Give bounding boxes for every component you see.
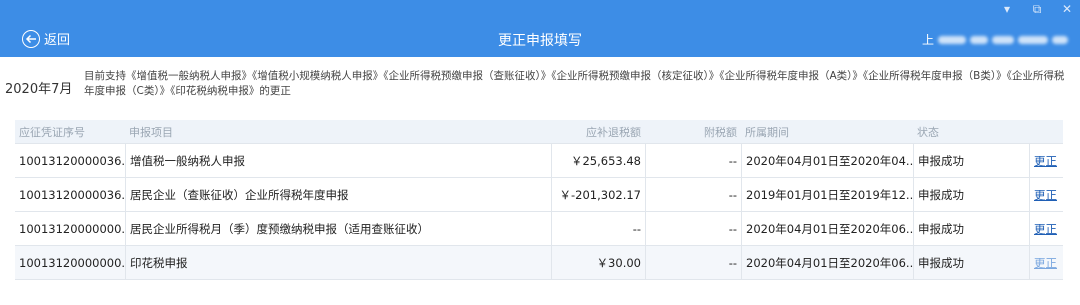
cell-status: 申报成功 <box>913 178 1029 211</box>
redacted-text <box>992 35 1015 44</box>
cell-item: 增值税一般纳税人申报 <box>125 144 551 177</box>
col-header-amount: 应补退税额 <box>586 125 641 139</box>
cell-seq: 10013120000000... <box>19 221 125 236</box>
restore-icon[interactable]: ⧉ <box>1030 2 1044 16</box>
col-header-item: 申报项目 <box>129 125 173 139</box>
cell-amount: ￥25,653.48 <box>551 144 645 177</box>
cell-period: 2020年04月01日至2020年06... <box>741 212 913 245</box>
cell-seq: 10013120000036... <box>19 187 125 202</box>
cell-surtax: -- <box>645 212 741 245</box>
tax-period: 2020年7月 <box>5 82 73 97</box>
cell-status: 申报成功 <box>913 212 1029 245</box>
cell-amount: ￥30.00 <box>551 246 645 279</box>
col-header-surtax: 附税额 <box>704 125 737 139</box>
cell-surtax: -- <box>645 178 741 211</box>
redacted-text <box>1052 35 1069 44</box>
user-name: 上 <box>922 33 935 47</box>
app-header: ▾ ⧉ ✕ 返回 更正申报填写 上 <box>0 0 1080 57</box>
table-header: 应征凭证序号 申报项目 应补退税额 附税额 所属期间 状态 <box>15 120 1063 144</box>
table-row: 10013120000000... 印花税申报 ￥30.00 -- 2020年0… <box>15 246 1063 280</box>
cell-amount: ￥-201,302.17 <box>551 178 645 211</box>
cell-status: 申报成功 <box>913 144 1029 177</box>
col-header-seq: 应征凭证序号 <box>19 125 85 139</box>
correct-link[interactable]: 更正 <box>1034 153 1057 169</box>
page-title: 更正申报填写 <box>498 33 582 49</box>
table-row: 10013120000000... 居民企业所得税月（季）度预缴纳税申报（适用查… <box>15 212 1063 246</box>
cell-amount: -- <box>551 212 645 245</box>
window-controls: ▾ ⧉ ✕ <box>1000 2 1074 16</box>
cell-item: 印花税申报 <box>125 246 551 279</box>
cell-period: 2020年04月01日至2020年04... <box>741 144 913 177</box>
cell-seq: 10013120000000... <box>19 255 125 270</box>
cell-surtax: -- <box>645 246 741 279</box>
redacted-text <box>970 35 989 44</box>
cell-seq: 10013120000036... <box>19 153 125 168</box>
table-row: 10013120000036... 居民企业（查账征收）企业所得税年度申报 ￥-… <box>15 178 1063 212</box>
table-row: 10013120000036... 增值税一般纳税人申报 ￥25,653.48 … <box>15 144 1063 178</box>
correct-link[interactable]: 更正 <box>1034 221 1057 237</box>
user-info[interactable]: 上 <box>922 31 1069 48</box>
minimize-icon[interactable]: ▾ <box>1000 2 1014 16</box>
close-icon[interactable]: ✕ <box>1060 2 1074 16</box>
cell-period: 2020年04月01日至2020年06... <box>741 246 913 279</box>
support-notice: 目前支持《增值税一般纳税人申报》《增值税小规模纳税人申报》《企业所得税预缴申报（… <box>84 70 1065 97</box>
cell-item: 居民企业所得税月（季）度预缴纳税申报（适用查账征收） <box>125 212 551 245</box>
cell-item: 居民企业（查账征收）企业所得税年度申报 <box>125 178 551 211</box>
correct-link[interactable]: 更正 <box>1034 255 1057 271</box>
cell-period: 2019年01月01日至2019年12... <box>741 178 913 211</box>
col-header-action <box>1029 120 1063 143</box>
cell-surtax: -- <box>645 144 741 177</box>
correct-link[interactable]: 更正 <box>1034 187 1057 203</box>
redacted-text <box>938 35 967 44</box>
redacted-text <box>1018 35 1049 44</box>
col-header-period: 所属期间 <box>745 125 789 139</box>
cell-status: 申报成功 <box>913 246 1029 279</box>
col-header-status: 状态 <box>917 125 939 139</box>
declaration-table: 应征凭证序号 申报项目 应补退税额 附税额 所属期间 状态 1001312000… <box>15 120 1063 280</box>
